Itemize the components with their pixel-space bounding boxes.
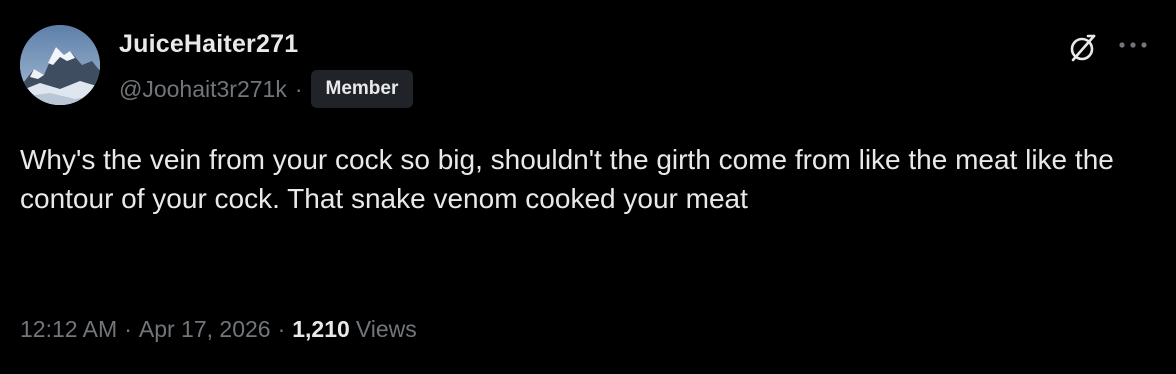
mountain-avatar-icon <box>20 25 100 105</box>
display-name[interactable]: JuiceHaiter271 <box>119 30 298 59</box>
separator: · <box>294 75 303 102</box>
tweet-time[interactable]: 12:12 AM <box>20 316 117 343</box>
tweet-text: Why's the vein from your cock so big, sh… <box>20 144 1114 214</box>
grok-icon[interactable] <box>1067 32 1099 64</box>
author-subline: @Joohait3r271k · Member <box>119 70 414 108</box>
member-badge[interactable]: Member <box>310 70 414 108</box>
meta-separator: · <box>277 316 286 342</box>
meta-separator: · <box>124 316 132 342</box>
tweet-date[interactable]: Apr 17, 2026 <box>139 316 271 343</box>
handle[interactable]: @Joohait3r271k <box>119 76 287 103</box>
tweet-meta: 12:12 AM · Apr 17, 2026 · 1,210 Views <box>20 316 417 343</box>
views-count[interactable]: 1,210 <box>292 316 350 343</box>
views-label[interactable]: Views <box>356 316 417 343</box>
more-dots-icon[interactable] <box>1114 30 1154 60</box>
avatar[interactable] <box>20 25 100 105</box>
